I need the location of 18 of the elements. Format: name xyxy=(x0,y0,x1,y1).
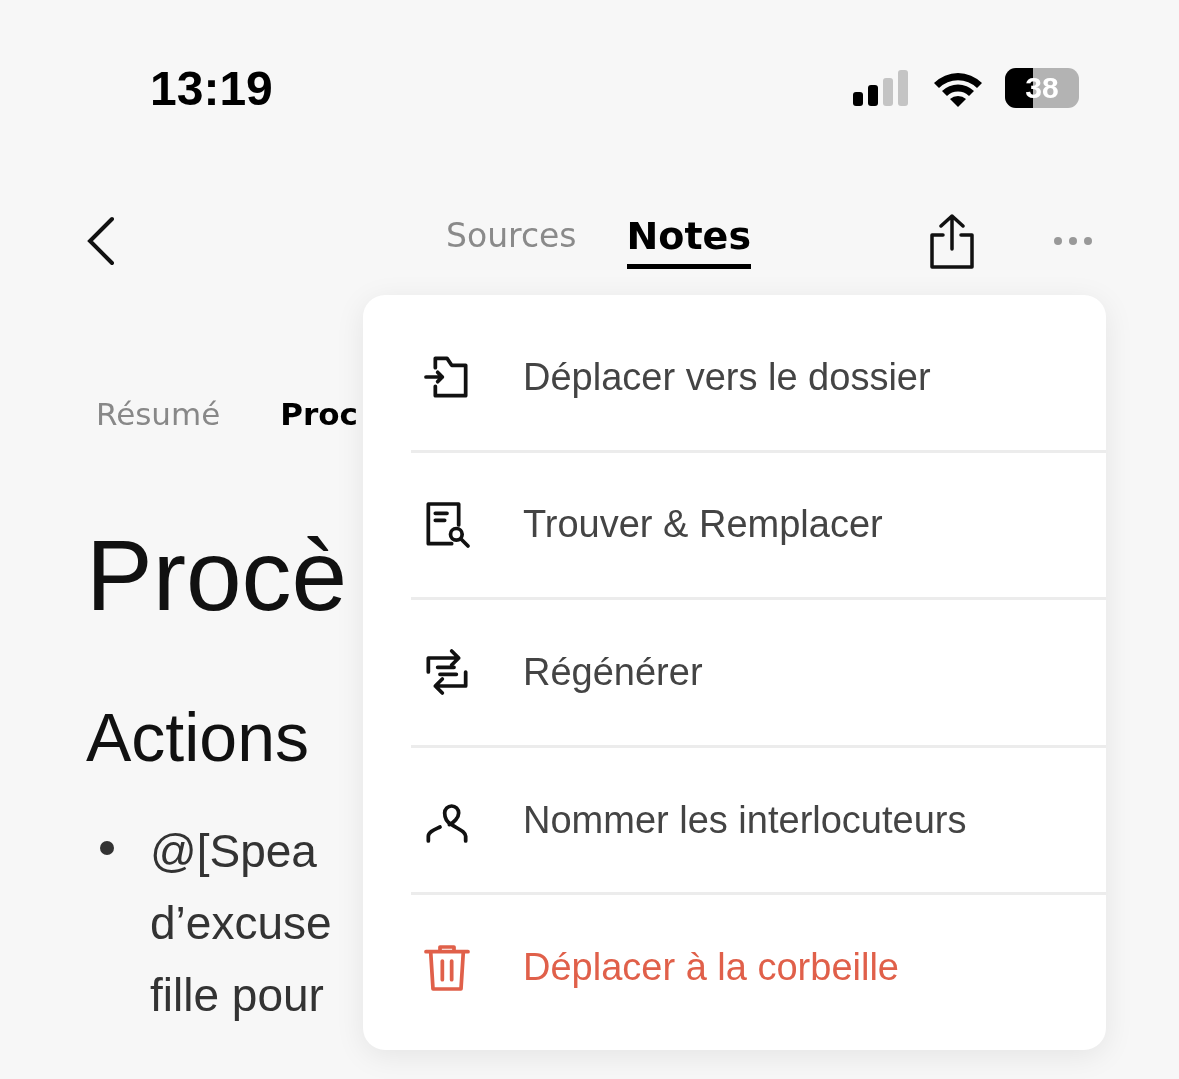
bullet-text: fille pour xyxy=(150,967,325,1023)
menu-item[interactable]: Trouver & Remplacer xyxy=(411,449,1106,598)
section-heading: Actions xyxy=(86,700,309,775)
bullet-text: @[Spea xyxy=(150,823,318,879)
menu-item[interactable]: Déplacer vers le dossier xyxy=(411,305,1106,450)
section-tab[interactable]: Proc xyxy=(280,396,358,432)
document-title: Procè xyxy=(86,520,348,630)
status-time: 13:19 xyxy=(150,60,273,116)
menu-item[interactable]: Nommer les interlocuteurs xyxy=(411,744,1106,893)
signal-icon xyxy=(853,70,911,106)
nav-tab[interactable]: Notes xyxy=(626,213,751,269)
more-icon[interactable] xyxy=(1053,236,1093,246)
menu-item[interactable]: Régénérer xyxy=(411,597,1106,745)
bullet-text: d’excuse xyxy=(150,895,332,951)
menu-item[interactable]: Déplacer à la corbeille xyxy=(411,892,1106,1040)
bullet-icon xyxy=(100,840,114,855)
share-icon[interactable] xyxy=(929,213,975,269)
back-icon[interactable] xyxy=(86,216,116,266)
